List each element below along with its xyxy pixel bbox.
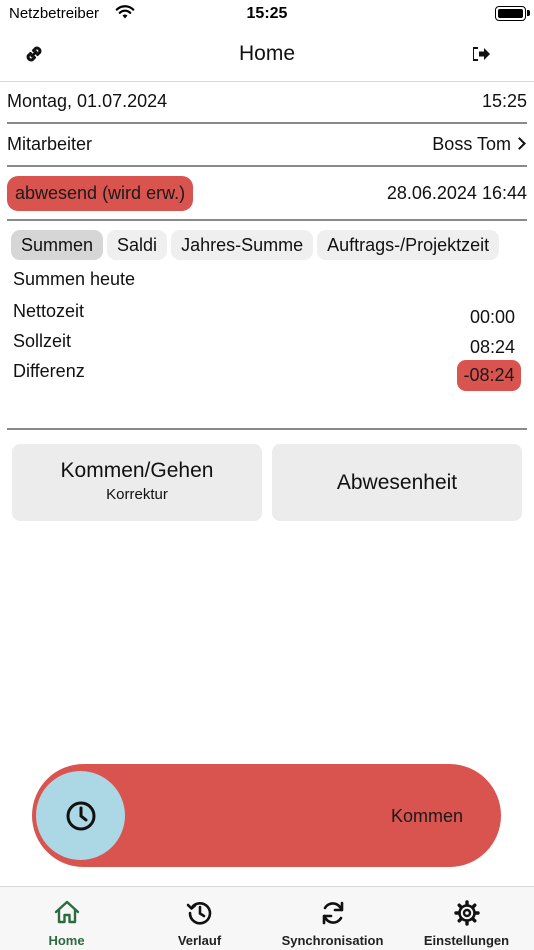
date-row: Montag, 01.07.2024 15:25 [7, 91, 527, 112]
tab-summen[interactable]: Summen [11, 230, 104, 260]
tabbar-item-einstellungen[interactable]: Einstellungen [400, 887, 533, 950]
slider-label: Kommen [391, 806, 464, 826]
tabbar-item-synchronisation[interactable]: Synchronisation [266, 887, 399, 950]
summary-label-sollzeit: Sollzeit [13, 331, 72, 351]
status-badge: abwesend (wird erw.) [7, 176, 194, 211]
come-go-sublabel: Korrektur [106, 486, 168, 503]
divider [7, 428, 527, 430]
come-go-correction-button[interactable]: Kommen/Gehen Korrektur [12, 444, 262, 521]
divider [7, 122, 527, 124]
summary-value-differenz: -08:24 [457, 360, 521, 391]
clock-in-slider[interactable]: Kommen [32, 764, 501, 867]
tabbar-label-home: Home [48, 933, 85, 948]
divider [7, 165, 527, 167]
gear-icon [453, 900, 480, 926]
summary-label-nettozeit: Nettozeit [13, 301, 85, 321]
segment-tabs: Summen Saldi Jahres-Summe Auftrags-/Projekt… [11, 230, 534, 260]
home-icon [54, 900, 79, 924]
bottom-tab-bar: Home Verlauf Synchronisation Einstellung… [0, 886, 534, 950]
tabbar-label-synchronisation: Synchronisation [281, 933, 384, 948]
tabbar-item-home[interactable]: Home [0, 887, 133, 950]
tab-saldi[interactable]: Saldi [107, 230, 168, 260]
logout-icon[interactable] [470, 42, 494, 66]
navigation-bar: Home [0, 30, 534, 82]
current-time: 15:25 [481, 91, 527, 111]
current-date: Montag, 01.07.2024 [7, 91, 168, 111]
employee-selector[interactable]: Boss Tom [432, 134, 527, 155]
tabbar-label-einstellungen: Einstellungen [423, 933, 510, 948]
tabbar-label-verlauf: Verlauf [177, 933, 222, 948]
summary-label-differenz: Differenz [13, 361, 85, 381]
employee-name: Boss Tom [432, 134, 511, 154]
status-time: 15:25 [246, 5, 288, 22]
status-bar: Netzbetreiber 15:25 [0, 0, 534, 30]
summary-value-sollzeit: 08:24 [469, 337, 515, 357]
come-go-label: Kommen/Gehen [60, 459, 214, 482]
tab-auftrags-projektzeit[interactable]: Auftrags-/Projektzeit [317, 230, 500, 260]
employee-label: Mitarbeiter [7, 134, 93, 154]
page-title: Home [238, 42, 296, 65]
employee-row[interactable]: Mitarbeiter Boss Tom [7, 134, 527, 155]
chevron-right-icon [513, 137, 526, 150]
history-icon [186, 901, 211, 925]
summary-value-nettozeit: 00:00 [469, 307, 515, 327]
divider [7, 219, 527, 221]
absence-label: Abwesenheit [336, 471, 458, 494]
clock-icon [66, 801, 96, 831]
absence-button[interactable]: Abwesenheit [272, 444, 522, 521]
summary-heading: Summen heute [13, 269, 136, 289]
battery-icon [495, 6, 530, 21]
status-timestamp: 28.06.2024 16:44 [386, 183, 527, 203]
sync-icon [322, 901, 343, 925]
tab-jahres-summe[interactable]: Jahres-Summe [171, 230, 314, 260]
tabbar-item-verlauf[interactable]: Verlauf [133, 887, 266, 950]
slider-handle[interactable] [36, 771, 125, 860]
